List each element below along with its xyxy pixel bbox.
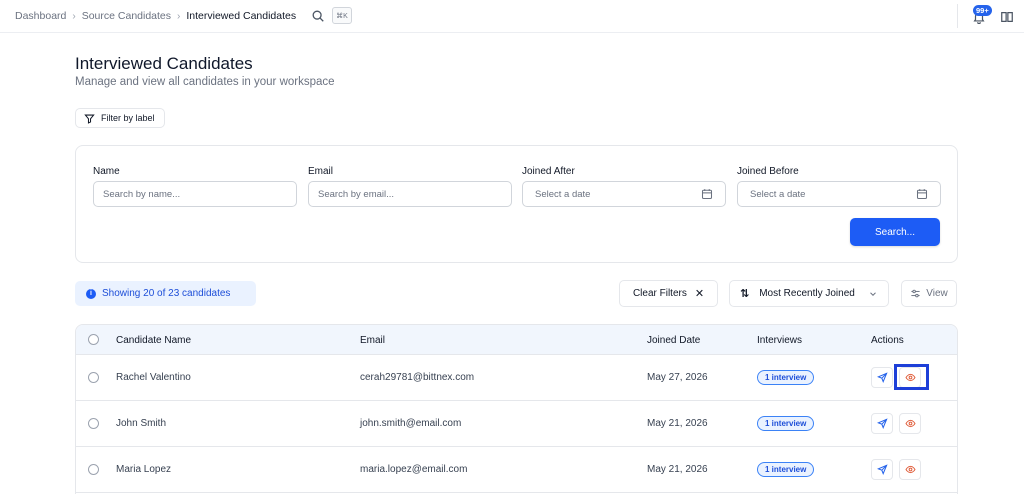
breadcrumb-current: Interviewed Candidates — [186, 10, 297, 22]
page-title: Interviewed Candidates — [75, 54, 253, 73]
clear-filters-label: Clear Filters — [632, 288, 687, 299]
send-icon — [876, 418, 888, 429]
candidates-table: Candidate Name Email Joined Date Intervi… — [75, 324, 958, 494]
joined-before-placeholder: Select a date — [750, 188, 806, 200]
filter-by-label-button[interactable]: Filter by label — [75, 108, 165, 128]
email-input[interactable] — [318, 188, 511, 200]
column-actions: Actions — [871, 335, 904, 346]
shortcut-hint: ⌘K — [332, 7, 352, 24]
view-label: View — [926, 288, 948, 299]
name-input[interactable] — [103, 188, 296, 200]
search-icon[interactable] — [311, 9, 325, 23]
sort-value: Most Recently Joined — [759, 288, 855, 299]
view-button[interactable] — [899, 459, 921, 480]
joined-after-placeholder: Select a date — [535, 188, 591, 200]
email-label: Email — [308, 166, 334, 177]
candidate-email: cerah29781@bittnex.com — [360, 372, 475, 383]
table-row[interactable]: Maria Lopez maria.lopez@email.com May 21… — [76, 447, 957, 493]
joined-before-label: Joined Before — [737, 166, 799, 177]
joined-date: May 21, 2026 — [647, 418, 708, 429]
view-options-button[interactable]: View — [901, 280, 957, 307]
send-button[interactable] — [871, 367, 893, 388]
breadcrumb-dashboard[interactable]: Dashboard — [15, 10, 66, 22]
filter-card: Name Email Joined After Select a date Jo… — [75, 145, 958, 263]
breadcrumb-source-candidates[interactable]: Source Candidates — [82, 10, 171, 22]
breadcrumb-separator: › — [177, 10, 181, 22]
eye-icon — [904, 419, 916, 428]
send-button[interactable] — [871, 413, 893, 434]
close-icon: ✕ — [694, 288, 705, 300]
column-interviews: Interviews — [757, 335, 803, 346]
interview-count-badge[interactable]: 1 interview — [757, 462, 815, 477]
joined-after-label: Joined After — [522, 166, 575, 177]
clear-filters-button[interactable]: Clear Filters ✕ — [619, 280, 718, 307]
info-icon: i — [86, 288, 96, 299]
interview-count-badge[interactable]: 1 interview — [757, 416, 815, 431]
joined-after-picker[interactable]: Select a date — [522, 181, 726, 207]
chevron-down-icon — [870, 292, 876, 296]
notifications-badge: 99+ — [973, 5, 992, 16]
breadcrumb-separator: › — [72, 10, 76, 22]
column-email[interactable]: Email — [360, 335, 385, 346]
name-field[interactable] — [93, 181, 297, 207]
eye-icon — [904, 465, 916, 474]
book-icon[interactable] — [1000, 10, 1014, 24]
search-button[interactable]: Search... — [850, 218, 940, 246]
eye-icon — [904, 373, 916, 382]
top-bar: Dashboard › Source Candidates › Intervie… — [0, 0, 1024, 33]
page-subtitle: Manage and view all candidates in your w… — [75, 76, 335, 88]
candidate-name[interactable]: Maria Lopez — [116, 464, 171, 475]
column-candidate-name[interactable]: Candidate Name — [116, 335, 191, 346]
table-row[interactable]: Rachel Valentino cerah29781@bittnex.com … — [76, 355, 957, 401]
candidate-name[interactable]: Rachel Valentino — [116, 372, 191, 383]
column-joined-date[interactable]: Joined Date — [647, 335, 700, 346]
view-button[interactable] — [899, 367, 921, 388]
filter-by-label-text: Filter by label — [101, 113, 155, 123]
candidate-email: maria.lopez@email.com — [360, 464, 468, 475]
sliders-icon — [911, 289, 920, 298]
calendar-icon — [916, 189, 928, 200]
results-count-text: Showing 20 of 23 candidates — [102, 288, 231, 299]
send-icon — [876, 464, 888, 475]
interview-count-badge[interactable]: 1 interview — [757, 370, 815, 385]
row-checkbox[interactable] — [88, 464, 99, 475]
breadcrumb: Dashboard › Source Candidates › Intervie… — [15, 10, 296, 22]
filter-icon — [84, 114, 95, 124]
send-icon — [876, 372, 888, 383]
calendar-icon — [701, 189, 713, 200]
name-label: Name — [93, 166, 120, 177]
table-row[interactable]: John Smith john.smith@email.com May 21, … — [76, 401, 957, 447]
row-checkbox[interactable] — [88, 372, 99, 383]
email-field[interactable] — [308, 181, 512, 207]
view-button[interactable] — [899, 413, 921, 434]
candidate-name[interactable]: John Smith — [116, 418, 166, 429]
joined-before-picker[interactable]: Select a date — [737, 181, 941, 207]
row-checkbox[interactable] — [88, 418, 99, 429]
sort-icon: ⇅ — [740, 288, 750, 300]
results-count: i Showing 20 of 23 candidates — [75, 281, 256, 306]
joined-date: May 21, 2026 — [647, 464, 708, 475]
select-all-checkbox[interactable] — [88, 334, 99, 345]
send-button[interactable] — [871, 459, 893, 480]
table-header: Candidate Name Email Joined Date Intervi… — [76, 325, 957, 355]
candidate-email: john.smith@email.com — [360, 418, 462, 429]
joined-date: May 27, 2026 — [647, 372, 708, 383]
sort-select[interactable]: ⇅ Most Recently Joined — [729, 280, 889, 307]
divider — [957, 4, 958, 28]
